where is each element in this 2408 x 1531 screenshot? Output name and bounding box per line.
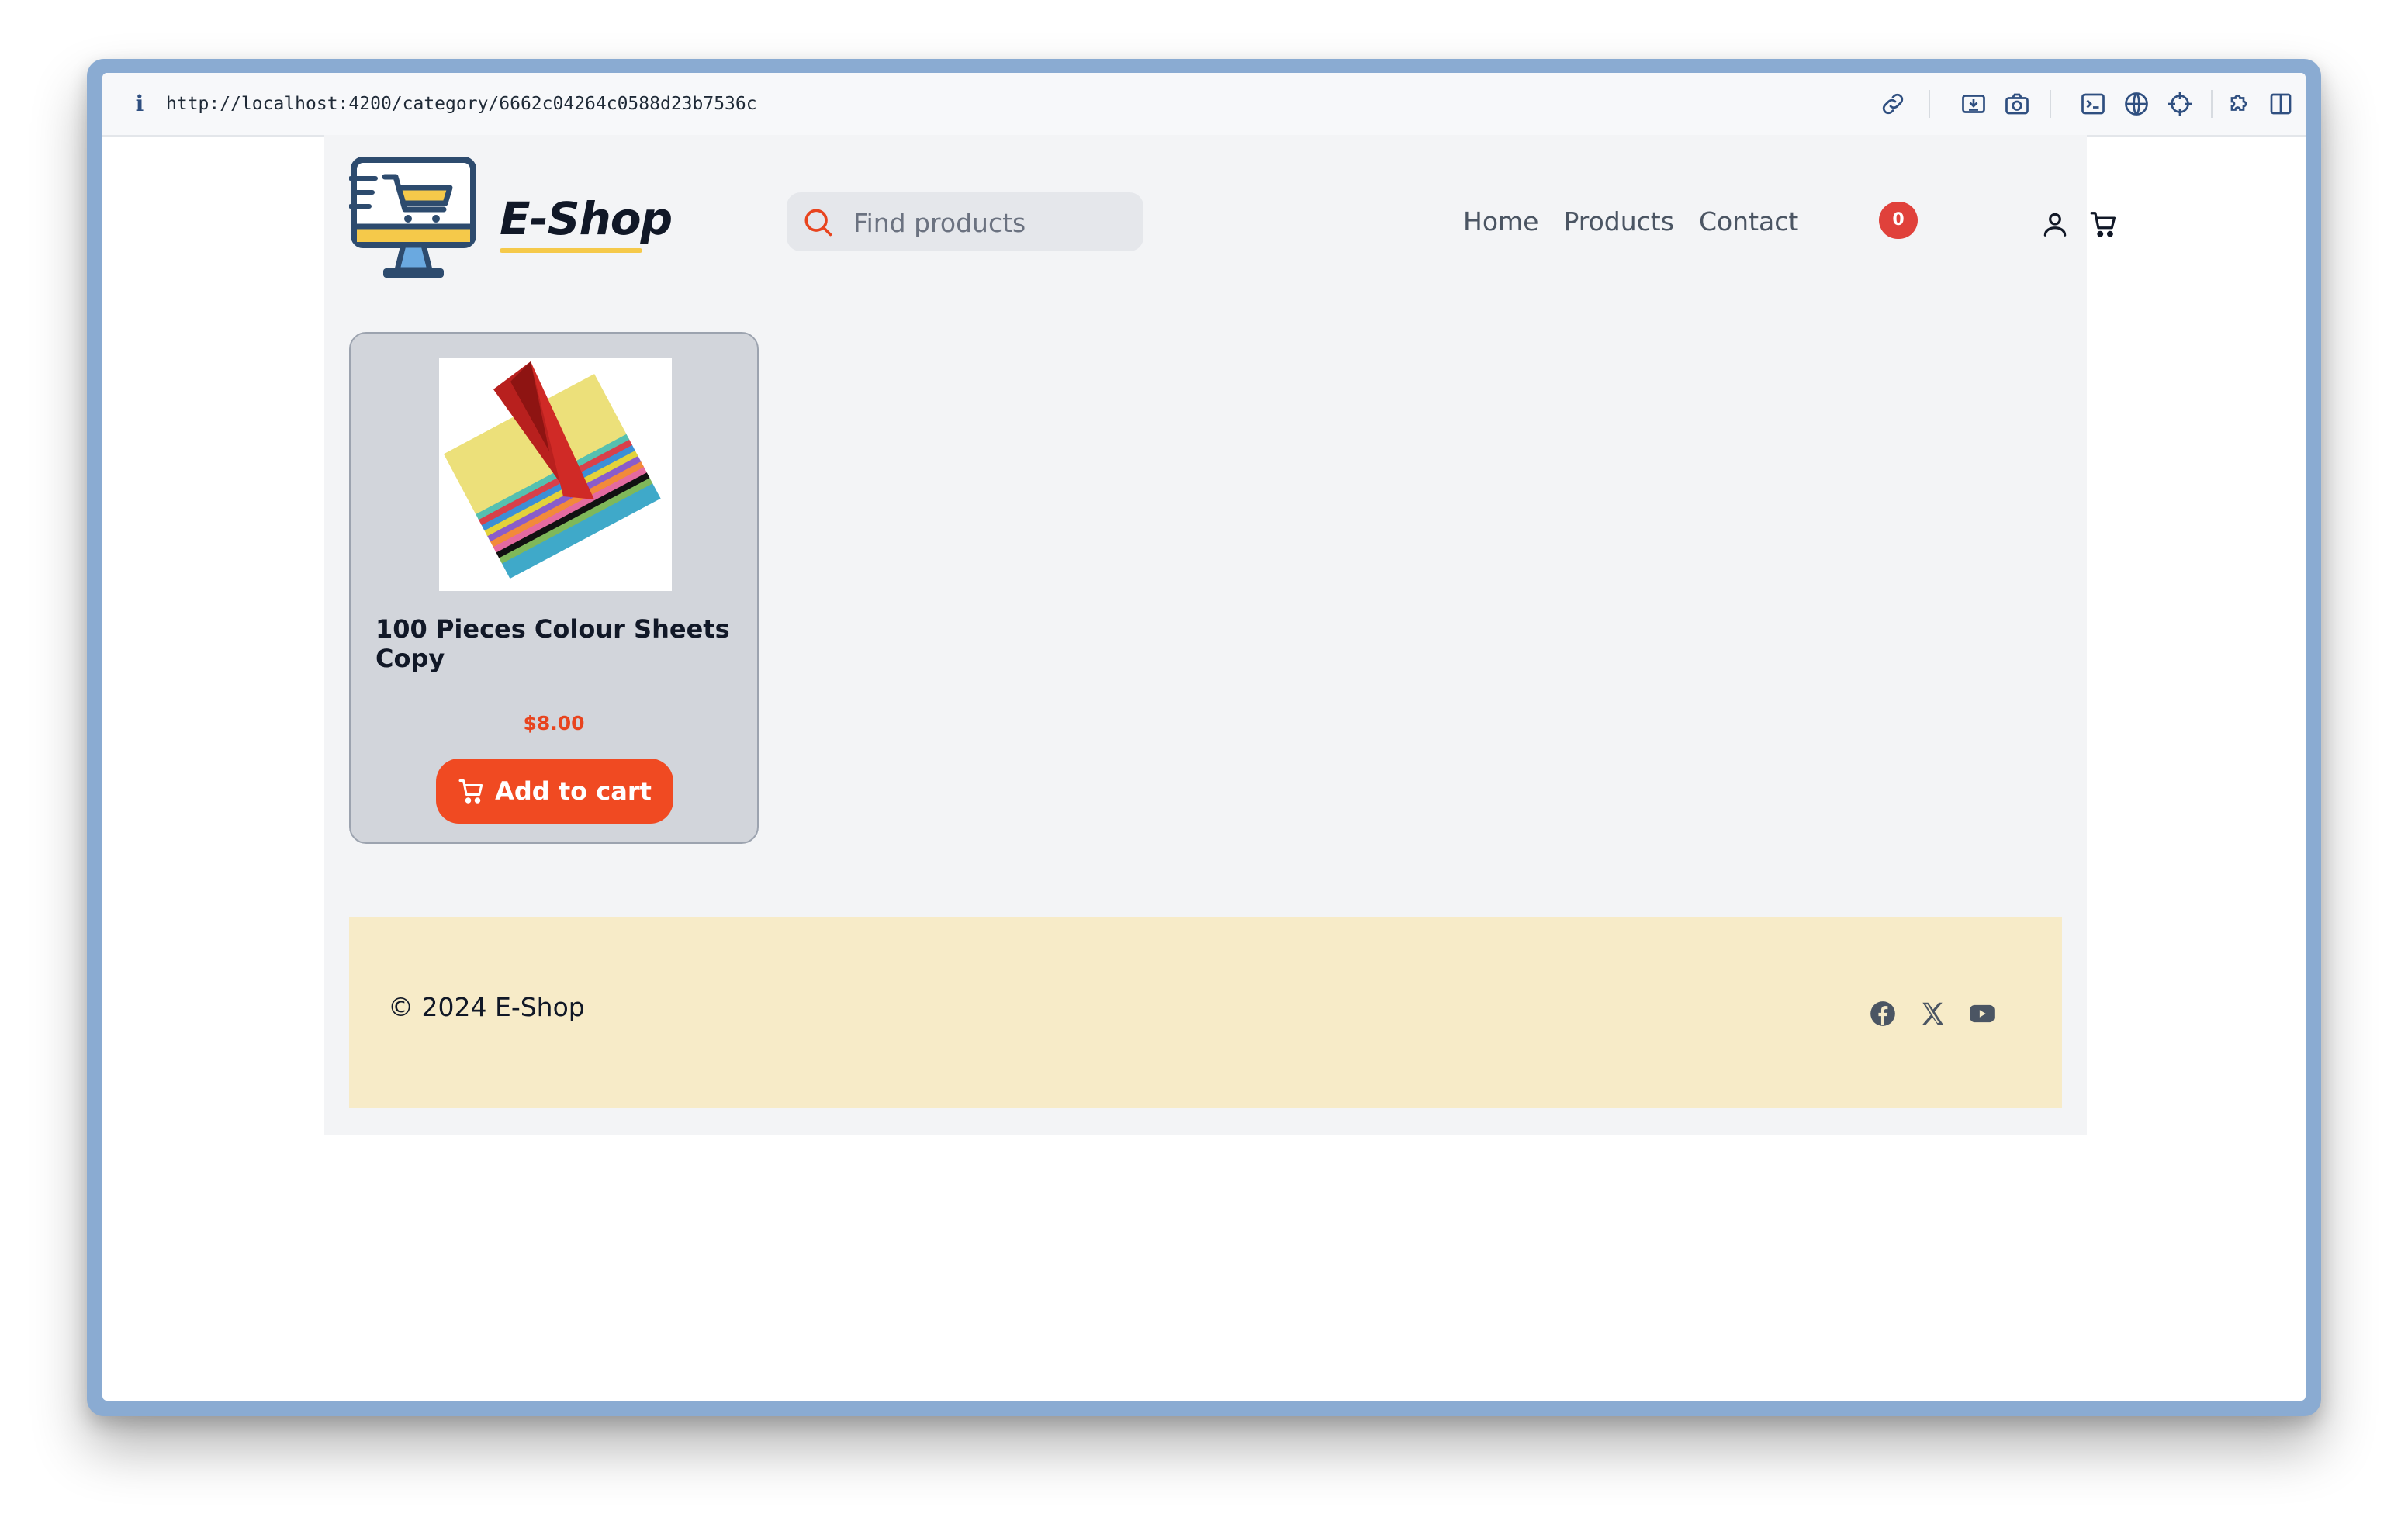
shop-page: E-Shop Home Products Contact	[324, 135, 2116, 1135]
link-icon[interactable]	[1879, 90, 1907, 118]
download-icon[interactable]	[1960, 90, 1988, 118]
extension-icon[interactable]	[2225, 90, 2253, 118]
product-card[interactable]: 100 Pieces Colour Sheets Copy $8.00 Add …	[349, 332, 759, 844]
add-to-cart-label: Add to cart	[495, 776, 652, 806]
user-icon[interactable]	[2040, 209, 2070, 239]
globe-icon[interactable]	[2123, 90, 2150, 118]
browser-window: i http://localhost:4200/category/6662c04…	[87, 59, 2321, 1416]
crosshair-icon[interactable]	[2166, 90, 2194, 118]
add-to-cart-button[interactable]: Add to cart	[436, 759, 673, 824]
search-input[interactable]	[852, 200, 1134, 245]
x-icon[interactable]	[1918, 999, 1947, 1028]
product-title[interactable]: 100 Pieces Colour Sheets Copy	[375, 614, 732, 673]
toolbar-divider	[1929, 90, 1930, 118]
cart-icon	[458, 779, 483, 804]
toolbar-divider	[2050, 90, 2051, 118]
browser-toolbar: i http://localhost:4200/category/6662c04…	[102, 73, 2306, 137]
shop-logo-icon[interactable]	[349, 157, 478, 282]
nav-home[interactable]: Home	[1463, 192, 1538, 251]
nav-contact[interactable]: Contact	[1699, 192, 1798, 251]
site-footer: © 2024 E-Shop	[349, 917, 2062, 1108]
product-image[interactable]	[439, 358, 672, 591]
youtube-icon[interactable]	[1967, 999, 1997, 1028]
sidebar-icon[interactable]	[2267, 90, 2295, 118]
address-bar[interactable]: http://localhost:4200/category/6662c0426…	[166, 88, 757, 119]
nav-products[interactable]: Products	[1563, 192, 1674, 251]
main-nav: Home Products Contact	[1463, 192, 1798, 251]
brand-name[interactable]: E-Shop	[500, 188, 673, 250]
facebook-icon[interactable]	[1868, 999, 1898, 1028]
search-box[interactable]	[787, 192, 1143, 251]
site-info-icon[interactable]: i	[130, 88, 149, 119]
copyright-text: © 2024 E-Shop	[388, 992, 585, 1022]
product-price: $8.00	[523, 712, 585, 734]
toolbar-divider	[2211, 90, 2213, 118]
search-icon[interactable]	[801, 205, 835, 239]
cart-count-badge: 0	[1879, 202, 1918, 239]
camera-icon[interactable]	[2003, 90, 2031, 118]
cart-icon[interactable]	[2088, 209, 2119, 239]
browser-content: i http://localhost:4200/category/6662c04…	[102, 73, 2306, 1401]
terminal-icon[interactable]	[2079, 90, 2107, 118]
brand-underline	[500, 248, 642, 253]
